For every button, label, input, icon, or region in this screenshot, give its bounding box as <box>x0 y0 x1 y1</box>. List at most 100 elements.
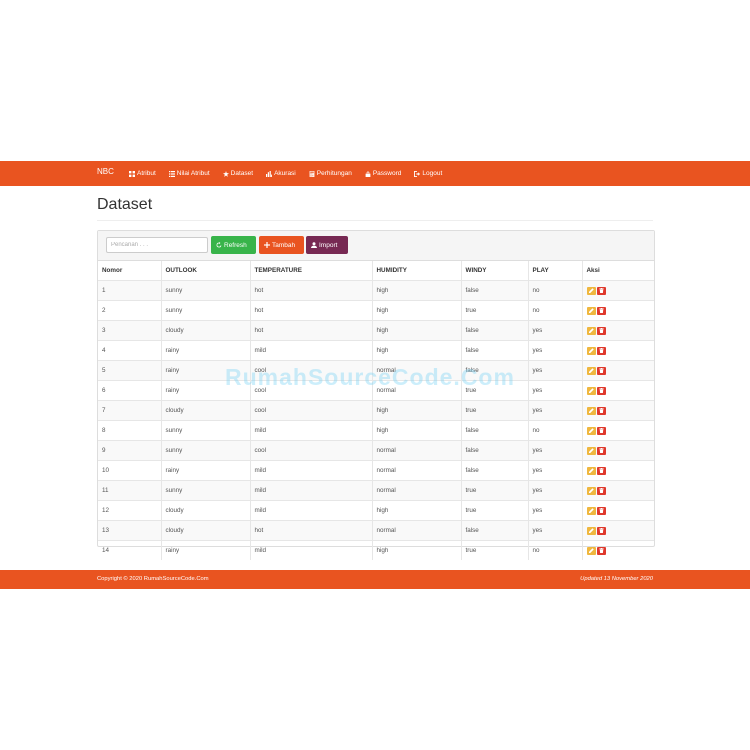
table-row: 9 sunny cool normal false yes <box>98 440 654 461</box>
col-header-temperature[interactable]: TEMPERATURE <box>250 261 373 281</box>
edit-button[interactable] <box>586 466 596 475</box>
edit-button[interactable] <box>586 426 596 435</box>
edit-button[interactable] <box>586 326 596 335</box>
navbar-menu: Atribut Nilai Atribut Dataset Akurasi Pe… <box>129 161 442 186</box>
edit-icon <box>588 548 594 553</box>
cell-nomor: 7 <box>98 400 162 421</box>
nav-item-label: Atribut <box>137 170 156 177</box>
cell-nomor: 6 <box>98 380 162 401</box>
import-button[interactable]: Import <box>306 236 348 254</box>
cell-nomor: 8 <box>98 420 162 441</box>
delete-button[interactable] <box>596 466 606 475</box>
cell-windy: false <box>461 280 529 301</box>
delete-button[interactable] <box>596 346 606 355</box>
delete-button[interactable] <box>596 286 606 295</box>
delete-button[interactable] <box>596 366 606 375</box>
col-header-play[interactable]: PLAY <box>528 261 583 281</box>
col-header-nomor[interactable]: Nomor <box>98 261 162 281</box>
delete-button[interactable] <box>596 406 606 415</box>
cell-play: yes <box>528 500 583 521</box>
delete-button[interactable] <box>596 426 606 435</box>
cell-windy: true <box>461 540 529 560</box>
edit-button[interactable] <box>586 486 596 495</box>
navbar-brand[interactable]: NBC <box>97 167 114 176</box>
cell-play: yes <box>528 340 583 361</box>
col-header-windy[interactable]: WINDY <box>461 261 529 281</box>
nav-item-atribut[interactable]: Atribut <box>129 170 156 177</box>
cell-aksi <box>582 460 654 481</box>
delete-button[interactable] <box>596 526 606 535</box>
trash-icon <box>598 508 604 513</box>
cell-outlook: rainy <box>161 360 251 381</box>
cell-aksi <box>582 360 654 381</box>
nav-item-password[interactable]: Password <box>365 170 401 177</box>
title-divider <box>97 220 653 221</box>
edit-button[interactable] <box>586 366 596 375</box>
nav-item-akurasi[interactable]: Akurasi <box>266 170 296 177</box>
search-input[interactable] <box>106 237 208 253</box>
delete-button[interactable] <box>596 446 606 455</box>
cell-outlook: cloudy <box>161 320 251 341</box>
cell-nomor: 9 <box>98 440 162 461</box>
footer-updated: Updated 13 November 2020 <box>580 576 653 582</box>
cell-nomor: 12 <box>98 500 162 521</box>
trash-icon <box>598 488 604 493</box>
edit-icon <box>588 348 594 353</box>
delete-button[interactable] <box>596 546 606 555</box>
edit-button[interactable] <box>586 346 596 355</box>
cell-humidity: high <box>372 340 462 361</box>
edit-icon <box>588 488 594 493</box>
delete-button[interactable] <box>596 486 606 495</box>
edit-button[interactable] <box>586 546 596 555</box>
nav-item-dataset[interactable]: Dataset <box>222 170 253 177</box>
edit-button[interactable] <box>586 526 596 535</box>
nav-item-logout[interactable]: Logout <box>414 170 442 177</box>
table-row: 10 rainy mild normal false yes <box>98 460 654 481</box>
refresh-button[interactable]: Refresh <box>211 236 256 254</box>
edit-button[interactable] <box>586 306 596 315</box>
nav-item-perhitungan[interactable]: Perhitungan <box>309 170 352 177</box>
cell-outlook: sunny <box>161 420 251 441</box>
col-header-humidity[interactable]: HUMIDITY <box>372 261 462 281</box>
cell-play: yes <box>528 460 583 481</box>
nav-item-label: Akurasi <box>274 170 296 177</box>
cell-outlook: sunny <box>161 440 251 461</box>
delete-button[interactable] <box>596 506 606 515</box>
nav-item-label: Nilai Atribut <box>176 170 210 177</box>
cell-outlook: sunny <box>161 280 251 301</box>
bar-chart-icon <box>266 170 273 177</box>
nav-item-nilai-atribut[interactable]: Nilai Atribut <box>168 170 210 177</box>
edit-button[interactable] <box>586 286 596 295</box>
cell-windy: false <box>461 420 529 441</box>
edit-icon <box>588 328 594 333</box>
table-row: 1 sunny hot high false no <box>98 280 654 301</box>
cell-aksi <box>582 300 654 321</box>
trash-icon <box>598 468 604 473</box>
edit-button[interactable] <box>586 506 596 515</box>
trash-icon <box>598 288 604 293</box>
cell-nomor: 13 <box>98 520 162 541</box>
cell-aksi <box>582 320 654 341</box>
cell-windy: false <box>461 340 529 361</box>
edit-icon <box>588 468 594 473</box>
edit-icon <box>588 528 594 533</box>
add-button[interactable]: Tambah <box>259 236 304 254</box>
edit-button[interactable] <box>586 446 596 455</box>
cell-outlook: rainy <box>161 380 251 401</box>
delete-button[interactable] <box>596 306 606 315</box>
col-header-outlook[interactable]: OUTLOOK <box>161 261 251 281</box>
cell-aksi <box>582 280 654 301</box>
cell-nomor: 11 <box>98 480 162 501</box>
edit-icon <box>588 308 594 313</box>
table-row: 5 rainy cool normal false yes <box>98 360 654 381</box>
delete-button[interactable] <box>596 326 606 335</box>
footer-copyright: Copyright © 2020 RumahSourceCode.Com <box>97 576 209 582</box>
trash-icon <box>598 388 604 393</box>
delete-button[interactable] <box>596 386 606 395</box>
table-row: 12 cloudy mild high true yes <box>98 500 654 521</box>
cell-play: no <box>528 300 583 321</box>
edit-button[interactable] <box>586 386 596 395</box>
edit-button[interactable] <box>586 406 596 415</box>
cell-temperature: cool <box>250 360 373 381</box>
table-row: 8 sunny mild high false no <box>98 420 654 441</box>
